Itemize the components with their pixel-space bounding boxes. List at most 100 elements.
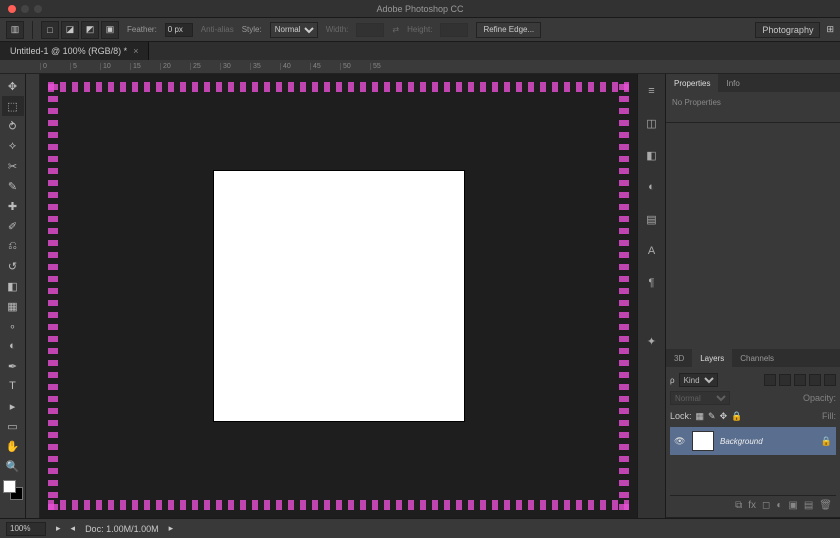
shape-tool-icon[interactable]: ▭: [2, 416, 24, 436]
adjustment-layer-icon[interactable]: ◐: [776, 500, 782, 511]
path-select-tool-icon[interactable]: ▸: [2, 396, 24, 416]
layers-footer: ⧉ fx ◻ ◐ ▣ ▤ 🗑: [670, 495, 836, 513]
gradient-tool-icon[interactable]: ▦: [2, 296, 24, 316]
lock-position-icon[interactable]: ✥: [720, 411, 728, 422]
add-selection-icon[interactable]: ◪: [61, 21, 79, 39]
foreground-color-swatch[interactable]: [3, 480, 16, 493]
blend-mode-select[interactable]: Normal: [670, 391, 730, 405]
marquee-tool-icon[interactable]: ⬚: [2, 96, 24, 116]
layer-row[interactable]: 👁 Background 🔒: [670, 427, 836, 455]
search-icon[interactable]: ⊞: [826, 24, 834, 35]
intersect-selection-icon[interactable]: ▣: [101, 21, 119, 39]
layers-panel: 3D Layers Channels ρ Kind: [666, 349, 840, 518]
lock-image-icon[interactable]: ✎: [708, 411, 716, 422]
eyedropper-tool-icon[interactable]: ✎: [2, 176, 24, 196]
lock-label: Lock:: [670, 411, 692, 421]
refine-edge-button[interactable]: Refine Edge...: [476, 22, 541, 38]
paragraph-panel-icon[interactable]: ¶: [643, 274, 661, 292]
close-tab-icon[interactable]: ×: [133, 46, 138, 56]
style-select[interactable]: Normal: [270, 22, 318, 38]
color-panel-icon[interactable]: ◧: [643, 146, 661, 164]
history-panel-icon[interactable]: ≡: [643, 82, 661, 100]
layer-style-icon[interactable]: fx: [748, 500, 756, 511]
history-brush-tool-icon[interactable]: ↺: [2, 256, 24, 276]
brush-tool-icon[interactable]: ✐: [2, 216, 24, 236]
pen-tool-icon[interactable]: ✒: [2, 356, 24, 376]
color-swatch[interactable]: [3, 480, 23, 500]
layer-mask-icon[interactable]: ◻: [762, 500, 770, 511]
workspace-switcher[interactable]: Photography: [755, 22, 820, 38]
fill-label: Fill:: [822, 411, 836, 421]
width-label: Width:: [326, 25, 349, 34]
close-window-button[interactable]: [8, 5, 16, 13]
feather-label: Feather:: [127, 25, 157, 34]
swatches-panel-icon[interactable]: ▤: [643, 210, 661, 228]
feather-input[interactable]: [165, 23, 193, 37]
histogram-panel-icon[interactable]: ◫: [643, 114, 661, 132]
quick-select-tool-icon[interactable]: ⟡: [2, 136, 24, 156]
eraser-tool-icon[interactable]: ◧: [2, 276, 24, 296]
new-selection-icon[interactable]: □: [41, 21, 59, 39]
lasso-tool-icon[interactable]: ⥁: [2, 116, 24, 136]
filter-pixel-icon[interactable]: [764, 374, 776, 386]
document-tab-title: Untitled-1 @ 100% (RGB/8) *: [10, 46, 127, 56]
opacity-label: Opacity:: [803, 393, 836, 403]
status-icon[interactable]: ▸: [56, 523, 61, 534]
selection-mode-group: □ ◪ ◩ ▣: [41, 21, 119, 39]
lock-transparency-icon[interactable]: ▦: [696, 411, 705, 422]
canvas[interactable]: [214, 171, 464, 421]
right-panels: Properties Info No Properties 3D Layers …: [665, 74, 840, 518]
document-tab[interactable]: Untitled-1 @ 100% (RGB/8) * ×: [0, 42, 149, 60]
tab-channels[interactable]: Channels: [732, 349, 782, 367]
canvas-area[interactable]: [40, 74, 637, 518]
horizontal-ruler: 0 5 10 15 20 25 30 35 40 45 50 55: [0, 60, 840, 74]
layer-filter-kind[interactable]: Kind: [679, 373, 718, 387]
decorative-border: [48, 82, 629, 92]
group-icon[interactable]: ▣: [788, 500, 797, 511]
hand-tool-icon[interactable]: ✋: [2, 436, 24, 456]
document-tab-bar: Untitled-1 @ 100% (RGB/8) * ×: [0, 42, 840, 60]
decorative-border: [619, 82, 629, 510]
status-icon[interactable]: ◂: [71, 523, 76, 534]
zoom-level[interactable]: 100%: [6, 522, 46, 536]
delete-layer-icon[interactable]: 🗑: [819, 500, 832, 511]
crop-tool-icon[interactable]: ✂: [2, 156, 24, 176]
visibility-toggle-icon[interactable]: 👁: [674, 436, 686, 447]
subtract-selection-icon[interactable]: ◩: [81, 21, 99, 39]
tab-3d[interactable]: 3D: [666, 349, 692, 367]
filter-shape-icon[interactable]: [809, 374, 821, 386]
doc-info[interactable]: Doc: 1.00M/1.00M: [85, 524, 159, 534]
tab-info[interactable]: Info: [718, 74, 747, 92]
lock-all-icon[interactable]: 🔒: [731, 411, 742, 422]
link-layers-icon[interactable]: ⧉: [735, 500, 742, 511]
filter-smart-icon[interactable]: [824, 374, 836, 386]
minimize-window-button[interactable]: [21, 5, 29, 13]
character-panel-icon[interactable]: A: [643, 242, 661, 260]
filter-type-icon[interactable]: [794, 374, 806, 386]
styles-panel-icon[interactable]: ✦: [643, 332, 661, 350]
new-layer-icon[interactable]: ▤: [804, 500, 813, 511]
layer-thumbnail[interactable]: [692, 431, 714, 451]
type-tool-icon[interactable]: T: [2, 376, 24, 396]
titlebar: Adobe Photoshop CC: [0, 0, 840, 18]
stamp-tool-icon[interactable]: ⎌: [2, 236, 24, 256]
vertical-ruler: [26, 74, 40, 518]
healing-tool-icon[interactable]: ✚: [2, 196, 24, 216]
filter-adjust-icon[interactable]: [779, 374, 791, 386]
tab-layers[interactable]: Layers: [692, 349, 732, 367]
decorative-border: [48, 82, 58, 510]
window-controls: [8, 5, 42, 13]
maximize-window-button[interactable]: [34, 5, 42, 13]
tab-properties[interactable]: Properties: [666, 74, 718, 92]
properties-panel: Properties Info No Properties: [666, 74, 840, 123]
move-tool-icon[interactable]: ✥: [2, 76, 24, 96]
dodge-tool-icon[interactable]: ◐: [2, 336, 24, 356]
ps-home-icon[interactable]: ▥: [6, 21, 24, 39]
blur-tool-icon[interactable]: ∘: [2, 316, 24, 336]
zoom-tool-icon[interactable]: 🔍: [2, 456, 24, 476]
height-input: [440, 23, 468, 37]
layer-name[interactable]: Background: [720, 437, 763, 446]
chevron-right-icon[interactable]: ▸: [169, 523, 174, 534]
adjustments-panel-icon[interactable]: ◐: [643, 178, 661, 196]
toolbox: ✥ ⬚ ⥁ ⟡ ✂ ✎ ✚ ✐ ⎌ ↺ ◧ ▦ ∘ ◐ ✒ T ▸ ▭ ✋ 🔍: [0, 74, 26, 518]
